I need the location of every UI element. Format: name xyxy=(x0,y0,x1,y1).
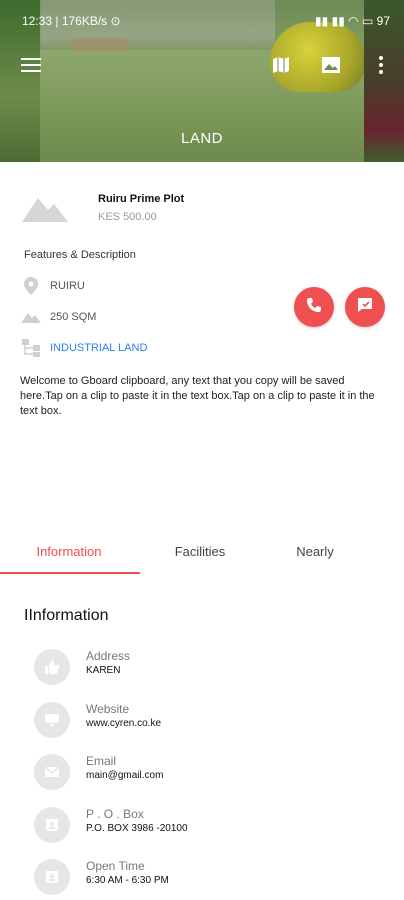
hero-image: 12:33 | 176KB/s ⊙ ▮▮ ▮▮ ◠ ▭ 97 LAND xyxy=(0,0,404,162)
info-value: KAREN xyxy=(86,665,121,676)
call-button[interactable] xyxy=(294,287,334,327)
message-button[interactable] xyxy=(345,287,385,327)
info-row-email[interactable]: Email main@gmail.com xyxy=(34,754,374,794)
info-label: Website xyxy=(86,702,130,716)
features-heading: Features & Description xyxy=(24,249,136,261)
feature-area: 250 SQM xyxy=(20,307,96,327)
tab-information[interactable]: Information xyxy=(0,528,138,574)
feature-location: RUIRU xyxy=(20,276,85,296)
info-value: 6:30 AM - 6:30 PM xyxy=(86,875,169,886)
phone-icon xyxy=(306,297,322,318)
feature-area-text: 250 SQM xyxy=(50,311,97,323)
feature-location-text: RUIRU xyxy=(50,280,85,292)
area-icon xyxy=(20,307,42,327)
map-icon[interactable] xyxy=(268,52,294,78)
property-summary: Ruiru Prime Plot KES 500.00 xyxy=(0,162,404,252)
hero-title: LAND xyxy=(180,130,223,147)
info-row-website[interactable]: Website www.cyren.co.ke xyxy=(34,702,374,742)
property-price: KES 500.00 xyxy=(98,211,157,223)
info-row-pobox: P . O . Box P.O. BOX 3986 -20100 xyxy=(34,807,374,847)
battery-level: 97 xyxy=(376,14,390,28)
info-label: P . O . Box xyxy=(86,807,144,821)
menu-icon[interactable] xyxy=(18,52,44,78)
info-row-open-time: Open Time 6:30 AM - 6:30 PM xyxy=(34,859,374,899)
signal-icon: ▮▮ ▮▮ xyxy=(315,14,349,28)
box-icon xyxy=(34,807,70,843)
info-row-address: Address KAREN xyxy=(34,649,374,689)
info-value[interactable]: main@gmail.com xyxy=(86,770,163,781)
status-time: 12:33 | 176KB/s ⊙ xyxy=(22,14,121,28)
thumbs-up-icon xyxy=(34,649,70,685)
property-description: Welcome to Gboard clipboard, any text th… xyxy=(20,375,375,417)
hero-toolbar xyxy=(0,52,404,80)
feature-category-text[interactable]: INDUSTRIAL LAND xyxy=(50,342,147,354)
hero-dirt xyxy=(70,38,130,52)
wifi-icon: ◠ xyxy=(348,14,362,28)
tab-nearly[interactable]: Nearly xyxy=(245,528,385,574)
info-label: Open Time xyxy=(86,859,145,873)
tab-active-indicator xyxy=(0,572,140,574)
monitor-icon xyxy=(34,702,70,738)
clock-icon xyxy=(34,859,70,895)
information-heading: IInformation xyxy=(24,607,109,624)
category-icon xyxy=(20,338,42,358)
info-label: Email xyxy=(86,754,117,768)
message-icon xyxy=(356,296,374,319)
info-label: Address xyxy=(86,649,131,663)
info-value: P.O. BOX 3986 -20100 xyxy=(86,823,188,834)
feature-category[interactable]: INDUSTRIAL LAND xyxy=(20,338,147,358)
more-options-icon[interactable] xyxy=(368,52,394,78)
mail-icon xyxy=(34,754,70,790)
battery-icon: ▭ xyxy=(361,14,374,28)
tab-bar: Information Facilities Nearly xyxy=(0,528,404,574)
property-title: Ruiru Prime Plot xyxy=(98,193,185,205)
gallery-icon[interactable] xyxy=(318,52,344,78)
info-value[interactable]: www.cyren.co.ke xyxy=(86,718,161,729)
status-system: ▮▮ ▮▮ ◠ ▭ 97 xyxy=(315,14,390,28)
property-thumbnail-icon xyxy=(20,190,70,224)
location-pin-icon xyxy=(20,276,42,296)
status-bar: 12:33 | 176KB/s ⊙ ▮▮ ▮▮ ◠ ▭ 97 xyxy=(0,0,404,40)
